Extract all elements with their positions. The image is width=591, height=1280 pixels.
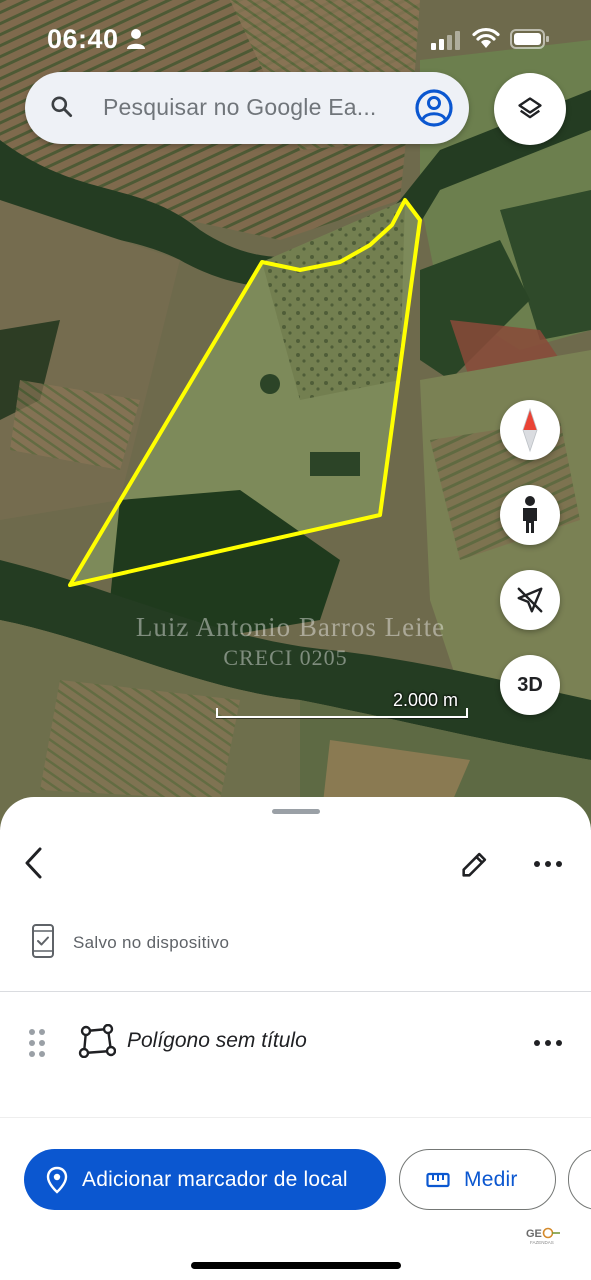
battery-icon — [510, 29, 549, 49]
polygon-icon — [78, 1024, 116, 1058]
layers-icon — [518, 97, 542, 119]
add-place-marker-label: Adicionar marcador de local — [82, 1167, 348, 1191]
search-icon[interactable] — [49, 94, 75, 120]
polygon-title[interactable]: Polígono sem título — [127, 1029, 307, 1053]
compass-icon — [522, 407, 538, 453]
more-actions-chip[interactable] — [568, 1149, 591, 1210]
pegman-icon — [523, 496, 537, 533]
scale-line — [216, 708, 468, 718]
cellular-signal-icon — [431, 31, 460, 50]
divider — [0, 991, 591, 992]
more-options-icon[interactable] — [531, 857, 565, 871]
location-off-icon — [517, 587, 543, 613]
my-location-button[interactable] — [500, 570, 560, 630]
brand-logo: GE FAZENDAS — [526, 1227, 560, 1245]
screen: Luiz Antonio Barros Leite CRECI 0205 2.0… — [0, 0, 591, 1280]
add-place-marker-button[interactable]: Adicionar marcador de local — [24, 1149, 386, 1210]
scale-bar: 2.000 m — [216, 688, 468, 720]
search-input[interactable]: Pesquisar no Google Ea... — [103, 94, 403, 121]
wifi-icon — [472, 27, 500, 48]
drag-handle-icon[interactable] — [28, 1028, 46, 1058]
svg-text:GE: GE — [526, 1228, 542, 1240]
saved-status-row: Salvo no dispositivo — [0, 923, 591, 963]
ruler-icon — [426, 1172, 450, 1187]
edit-pencil-icon[interactable] — [458, 847, 492, 881]
account-icon[interactable] — [414, 88, 454, 128]
item-more-options-icon[interactable] — [531, 1036, 565, 1050]
person-icon — [127, 29, 145, 49]
divider — [0, 1117, 591, 1118]
svg-text:FAZENDAS: FAZENDAS — [530, 1240, 554, 1245]
search-bar[interactable]: Pesquisar no Google Ea... — [25, 72, 469, 144]
layers-button[interactable] — [494, 73, 566, 145]
measure-label: Medir — [464, 1167, 518, 1191]
street-view-button[interactable] — [500, 485, 560, 545]
device-saved-icon — [32, 924, 54, 958]
location-pin-icon — [46, 1166, 68, 1194]
compass-button[interactable] — [500, 400, 560, 460]
bottom-sheet: Salvo no dispositivo Polígono sem título — [0, 797, 591, 1280]
polygon-item-row[interactable]: Polígono sem título — [0, 1022, 591, 1062]
home-indicator[interactable] — [191, 1262, 401, 1269]
3d-toggle-button[interactable]: 3D — [500, 655, 560, 715]
saved-status-label: Salvo no dispositivo — [73, 933, 230, 952]
status-bar: 06:40 — [0, 0, 591, 80]
measure-button[interactable]: Medir — [399, 1149, 556, 1210]
status-time: 06:40 — [47, 24, 119, 54]
sheet-drag-handle[interactable] — [272, 809, 320, 814]
back-arrow-icon[interactable] — [20, 845, 52, 881]
